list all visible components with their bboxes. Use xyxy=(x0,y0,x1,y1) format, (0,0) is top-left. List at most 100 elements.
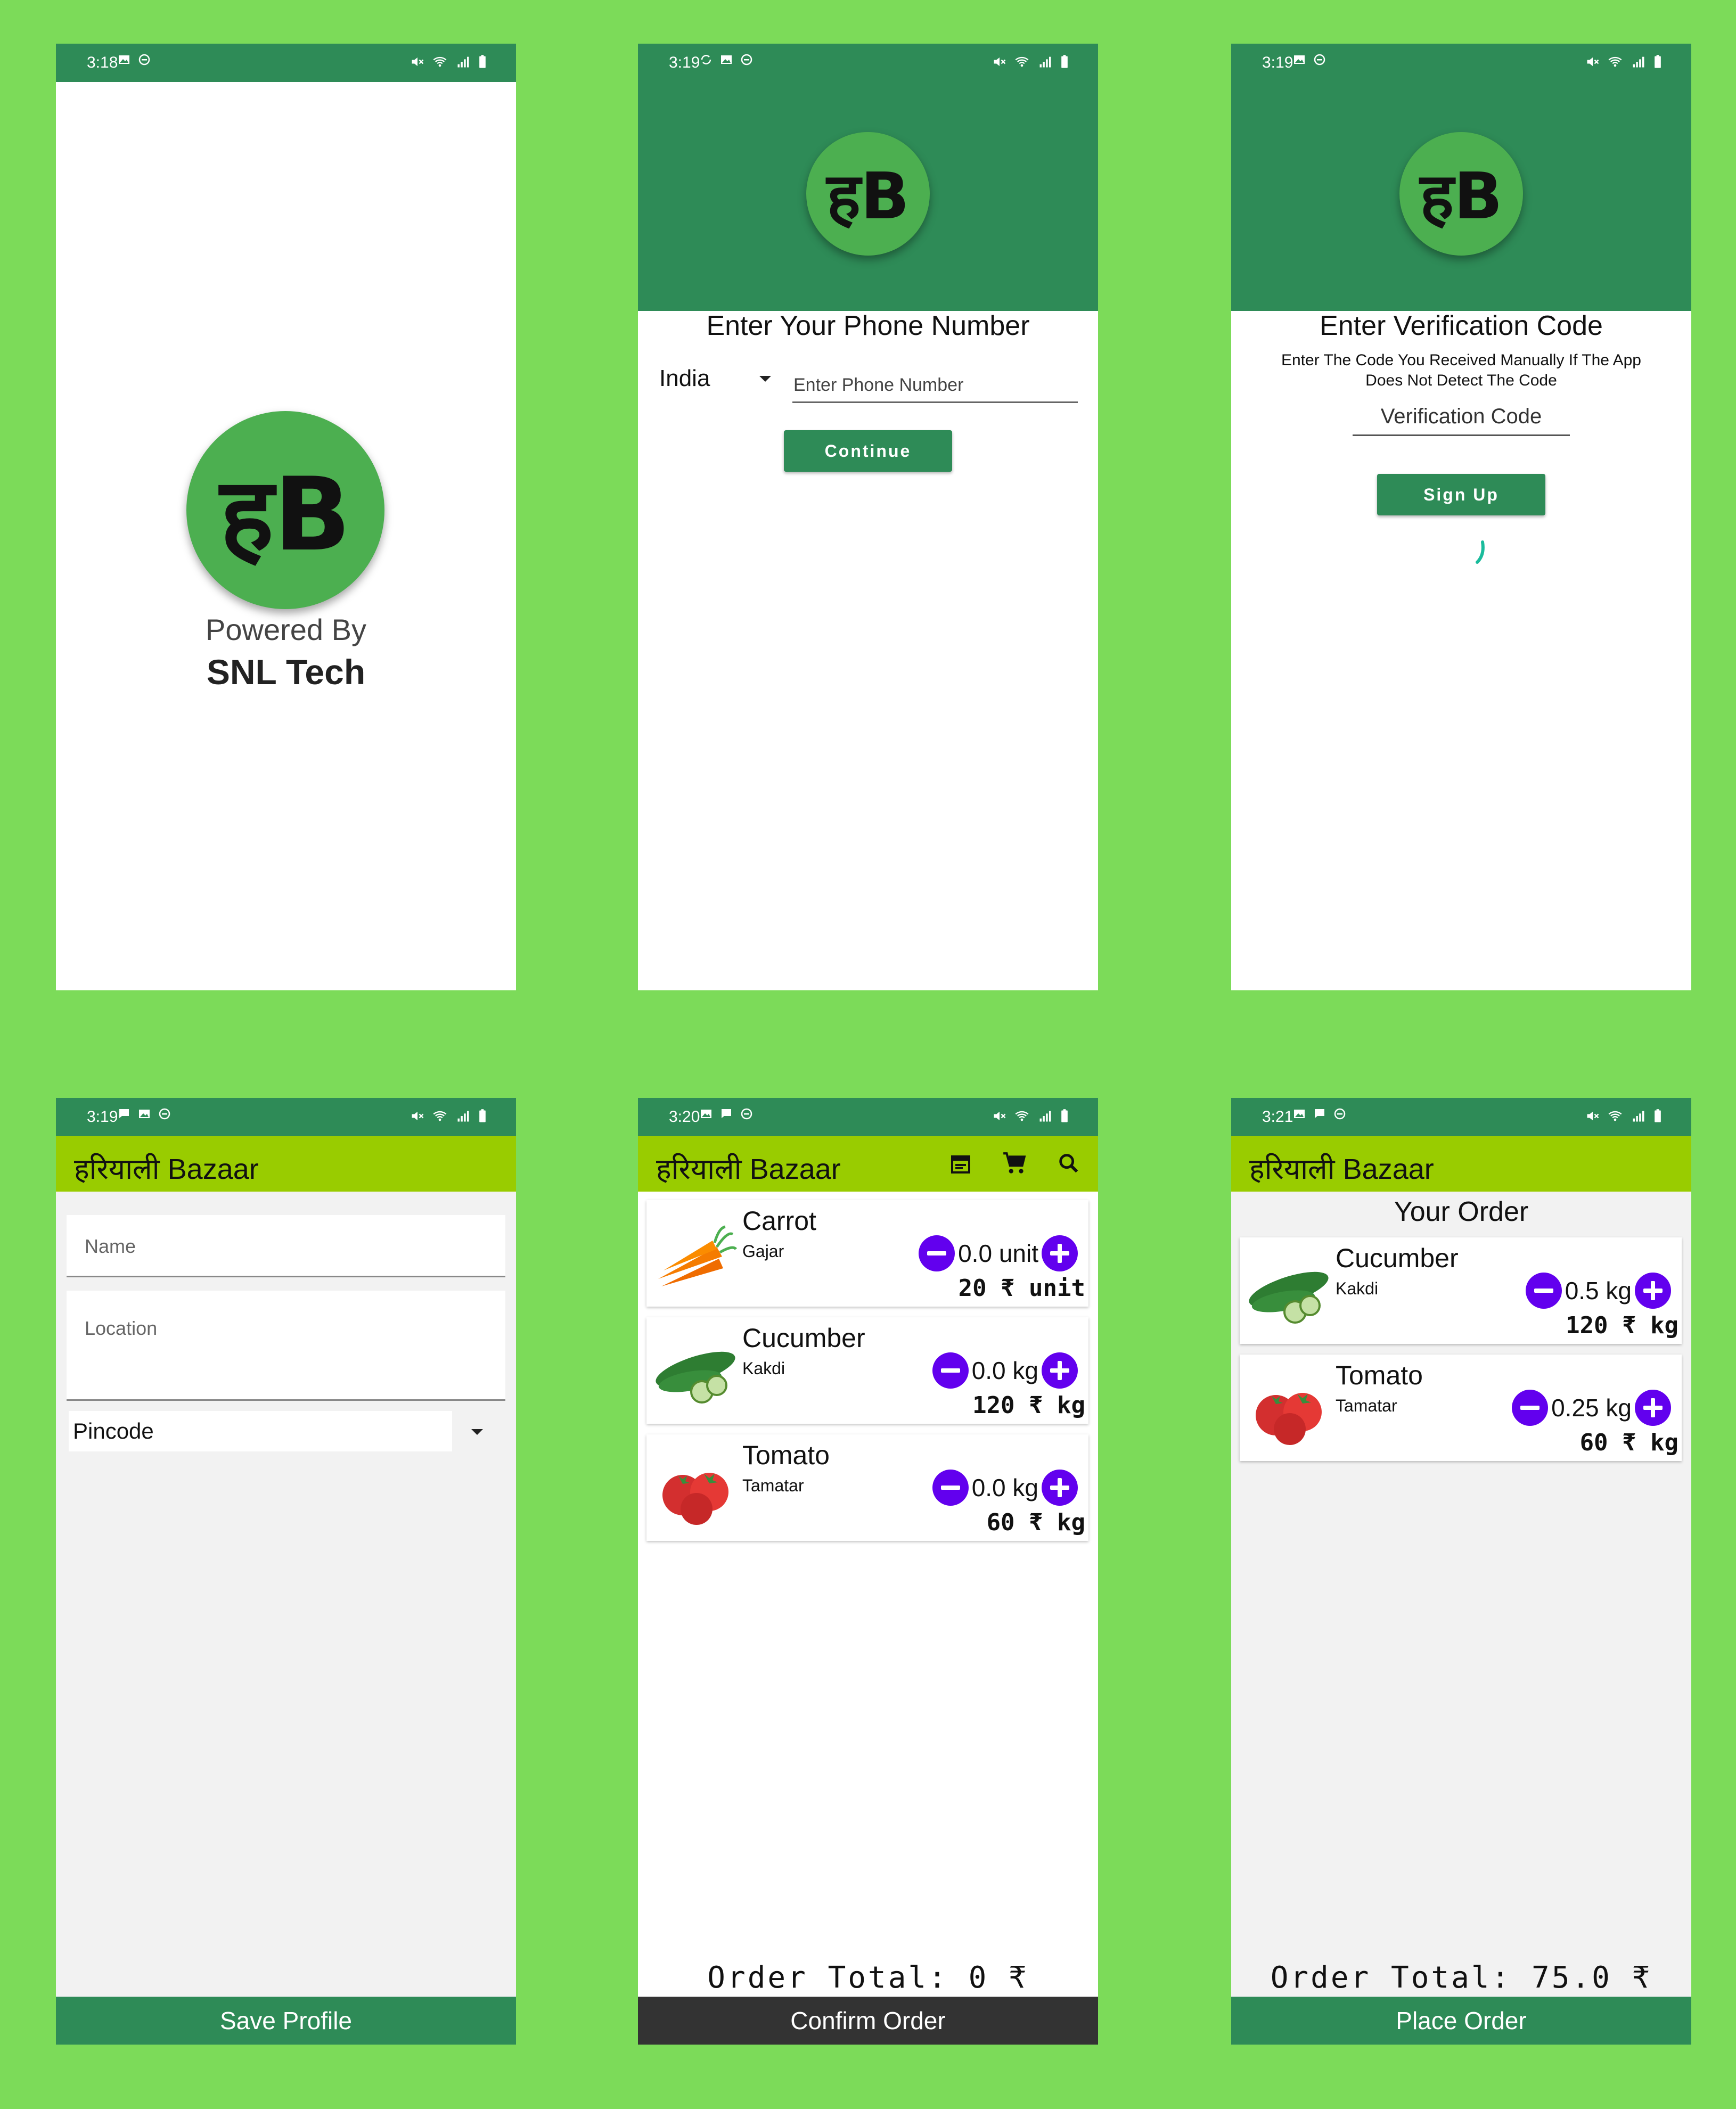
status-time: 3:18 xyxy=(87,54,118,71)
decrease-button[interactable] xyxy=(1512,1390,1549,1426)
search-icon[interactable] xyxy=(1057,1151,1081,1176)
dnd-icon xyxy=(741,1108,752,1120)
product-name: Cucumber xyxy=(1336,1243,1459,1273)
status-time: 3:21 xyxy=(1262,1108,1293,1126)
app-title: हरियाली Bazaar xyxy=(656,1153,841,1185)
mute-icon xyxy=(1587,57,1599,67)
instructions-line-2: Does Not Detect The Code xyxy=(1365,372,1557,389)
battery-icon xyxy=(479,55,486,68)
product-card: Tomato Tamatar 0.0 kg 60 ₹ kg xyxy=(646,1434,1088,1541)
increase-button[interactable] xyxy=(1635,1390,1671,1426)
continue-button[interactable]: Continue xyxy=(784,430,952,472)
image-icon xyxy=(701,1110,711,1118)
confirm-order-button[interactable]: Confirm Order xyxy=(638,1997,1098,2045)
dnd-icon xyxy=(138,54,150,65)
signal-icon xyxy=(457,1111,469,1122)
app-logo: हB xyxy=(186,411,384,609)
status-time: 3:19 xyxy=(669,54,700,71)
mute-icon xyxy=(412,57,424,67)
country-select[interactable]: India xyxy=(659,365,776,403)
dnd-icon xyxy=(1314,54,1325,65)
status-time: 3:19 xyxy=(87,1108,118,1126)
quantity-value: 0.0 kg xyxy=(971,1357,1038,1384)
sync-icon xyxy=(701,55,711,64)
product-price: 120 ₹ kg xyxy=(972,1392,1085,1419)
increase-button[interactable] xyxy=(1042,1235,1078,1271)
decrease-button[interactable] xyxy=(919,1235,955,1271)
product-price: 60 ₹ kg xyxy=(986,1509,1085,1536)
pincode-label: Pincode xyxy=(73,1418,154,1443)
decrease-button[interactable] xyxy=(932,1352,969,1389)
product-local-name: Kakdi xyxy=(742,1359,785,1378)
decrease-button[interactable] xyxy=(1525,1273,1562,1309)
signal-icon xyxy=(1039,1111,1051,1122)
status-bar: 3:20 xyxy=(638,1098,1098,1136)
splash-screen: 3:18 हB Powered By SNL Tech xyxy=(56,44,516,990)
wifi-icon xyxy=(1608,1111,1622,1121)
increase-button[interactable] xyxy=(1042,1470,1078,1506)
product-name: Tomato xyxy=(742,1440,830,1470)
product-price: 20 ₹ unit xyxy=(958,1275,1085,1302)
instructions-line-1: Enter The Code You Received Manually If … xyxy=(1281,351,1641,369)
app-bar: हरियाली Bazaar xyxy=(638,1136,1098,1192)
status-time: 3:19 xyxy=(1262,54,1293,71)
save-profile-button[interactable]: Save Profile xyxy=(56,1997,516,2045)
image-icon xyxy=(721,55,732,64)
name-field[interactable]: Name xyxy=(67,1215,505,1277)
increase-button[interactable] xyxy=(1635,1273,1671,1309)
quantity-value: 0.25 kg xyxy=(1551,1394,1632,1422)
dnd-icon xyxy=(159,1108,170,1120)
decrease-button[interactable] xyxy=(932,1470,969,1506)
sign-up-button[interactable]: Sign Up xyxy=(1377,474,1545,515)
app-bar: हरियाली Bazaar xyxy=(56,1136,516,1192)
message-icon xyxy=(1315,1109,1324,1118)
verification-code-placeholder: Verification Code xyxy=(1380,405,1542,428)
name-placeholder: Name xyxy=(85,1235,136,1257)
app-bar: हरियाली Bazaar xyxy=(1231,1136,1691,1192)
profile-screen: 3:19 हरियाली Bazaar Name Location Pincod… xyxy=(56,1098,516,2045)
cucumber-image xyxy=(656,1351,735,1404)
phone-number-input[interactable]: Enter Phone Number xyxy=(792,370,1078,403)
company-name: SNL Tech xyxy=(206,652,366,692)
pincode-select[interactable]: Pincode xyxy=(69,1411,452,1451)
verification-code-input[interactable]: Verification Code xyxy=(1353,400,1570,436)
quantity-value: 0.0 kg xyxy=(971,1474,1038,1501)
app-title: हरियाली Bazaar xyxy=(74,1153,259,1185)
signal-icon xyxy=(457,56,469,68)
save-profile-label: Save Profile xyxy=(219,2007,352,2034)
image-icon xyxy=(1294,55,1305,64)
app-logo: हB xyxy=(806,132,930,256)
product-local-name: Kakdi xyxy=(1336,1279,1379,1298)
message-icon xyxy=(722,1109,731,1118)
product-name: Carrot xyxy=(742,1206,816,1236)
image-icon xyxy=(139,1110,150,1118)
status-bar: 3:19 xyxy=(1231,44,1691,82)
wifi-icon xyxy=(433,1111,447,1121)
product-name: Tomato xyxy=(1336,1360,1423,1390)
tomato-image xyxy=(1256,1393,1322,1445)
phone-number-placeholder: Enter Phone Number xyxy=(793,375,964,395)
cart-icon[interactable] xyxy=(1001,1150,1028,1177)
mute-icon xyxy=(1587,1111,1599,1121)
quantity-value: 0.0 unit xyxy=(958,1240,1038,1267)
loading-spinner xyxy=(1476,540,1485,564)
order-item-card: Cucumber Kakdi 0.5 kg 120 ₹ kg xyxy=(1240,1237,1682,1344)
battery-icon xyxy=(1061,55,1068,68)
wifi-icon xyxy=(1015,1111,1029,1121)
status-bar: 3:19 xyxy=(638,44,1098,82)
battery-icon xyxy=(1655,1109,1661,1122)
image-icon xyxy=(119,55,129,64)
verification-screen: 3:19 हB Enter Verification Code Enter Th… xyxy=(1231,44,1691,990)
product-price: 60 ₹ kg xyxy=(1579,1429,1678,1456)
product-local-name: Tamatar xyxy=(742,1476,804,1495)
location-field[interactable]: Location xyxy=(67,1291,505,1401)
product-price: 120 ₹ kg xyxy=(1566,1312,1678,1339)
place-order-button[interactable]: Place Order xyxy=(1231,1997,1691,2045)
cucumber-image xyxy=(1249,1271,1329,1324)
product-local-name: Gajar xyxy=(742,1242,784,1261)
calendar-icon[interactable] xyxy=(948,1151,973,1177)
increase-button[interactable] xyxy=(1042,1352,1078,1389)
signal-icon xyxy=(1633,56,1644,68)
dropdown-arrow-icon[interactable] xyxy=(470,1428,484,1437)
page-title: Enter Your Phone Number xyxy=(706,310,1030,341)
